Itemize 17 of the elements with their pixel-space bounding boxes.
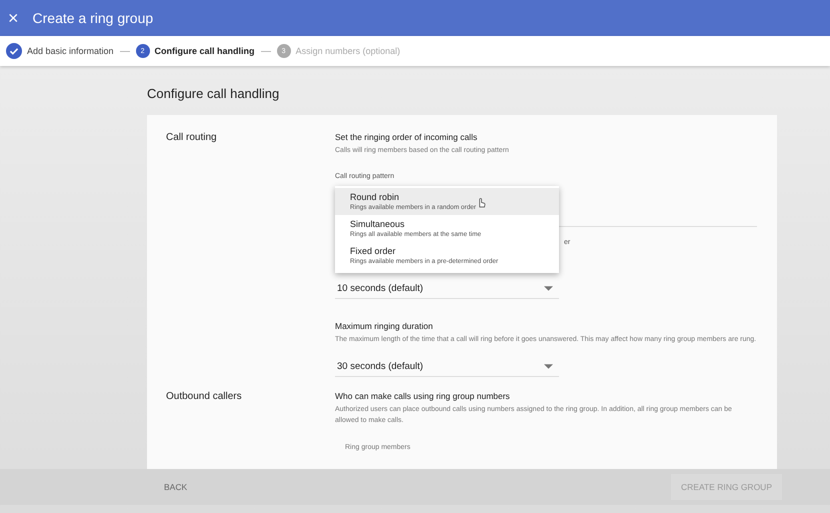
step-label: Assign numbers (optional)	[296, 46, 400, 56]
back-button[interactable]: BACK	[154, 474, 198, 500]
step-label: Configure call handling	[154, 46, 255, 56]
section-label: Call routing	[166, 132, 218, 145]
section-heading: Who can make calls using ring group numbers	[335, 391, 511, 401]
page-title: Configure call handling	[147, 86, 280, 101]
select-field[interactable]: 30 seconds (default)	[335, 357, 559, 377]
select-field[interactable]: 10 seconds (default)	[335, 278, 559, 298]
section-label: Outbound callers	[166, 391, 243, 404]
caret-icon	[544, 286, 553, 290]
section-heading: Maximum ringing duration	[335, 320, 434, 330]
hand-cursor-icon	[477, 197, 486, 208]
section-heading: Set the ringing order of incoming calls	[335, 132, 478, 142]
step-label: Add basic information	[27, 46, 114, 56]
close-button[interactable]: ×	[4, 9, 23, 27]
window-title: Create a ring group	[32, 10, 154, 26]
caret-icon	[544, 364, 553, 369]
